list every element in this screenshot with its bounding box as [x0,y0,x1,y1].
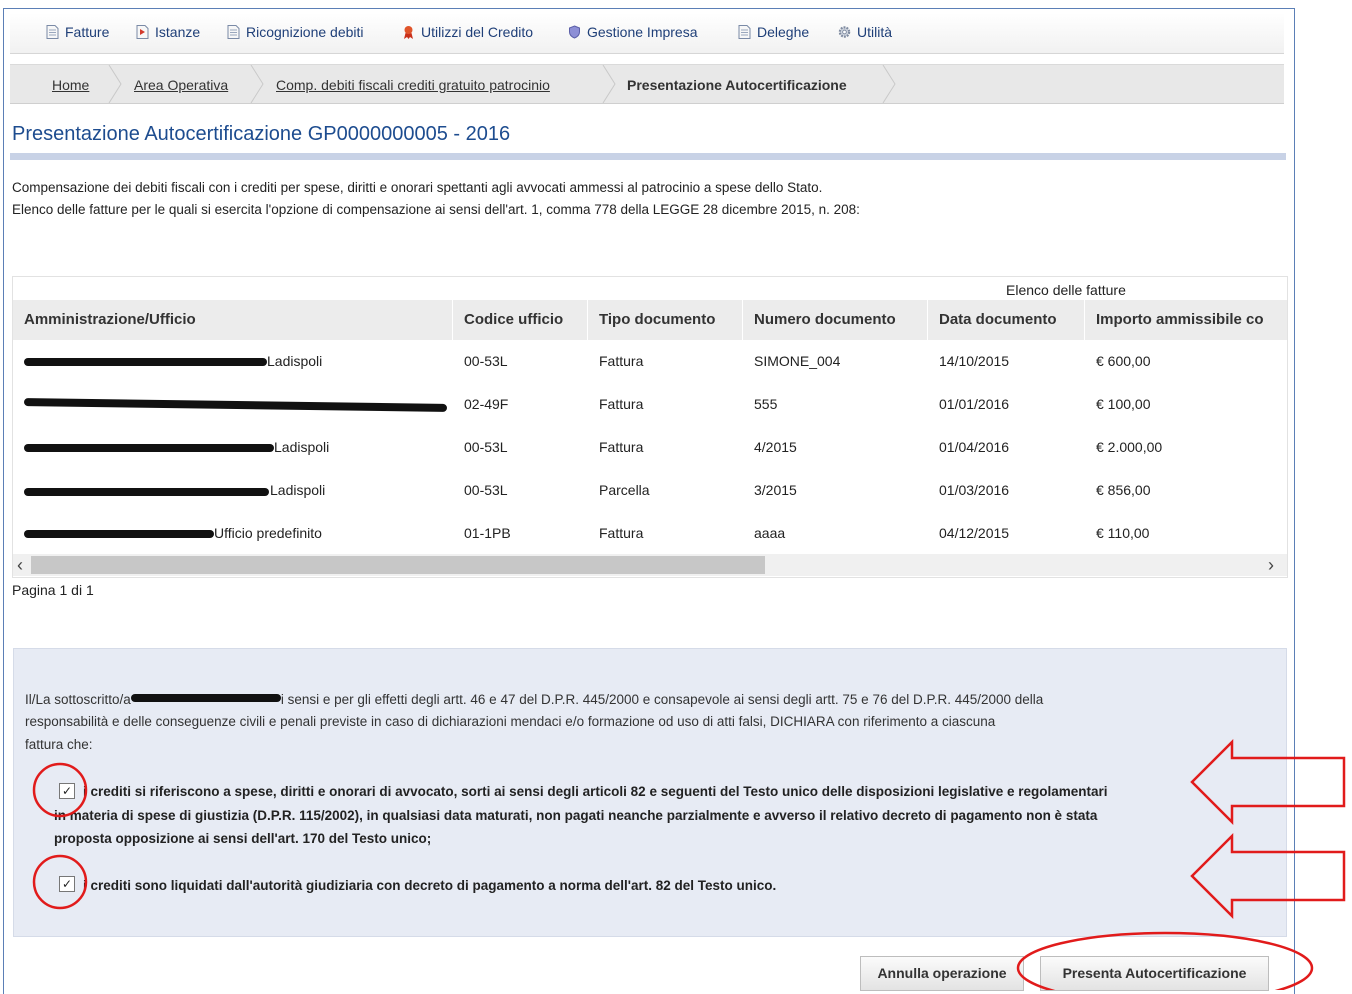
cell-data: 01/01/2016 [939,396,1010,412]
cell-tipo: Fattura [599,439,644,455]
cell-amministrazione: Ladispoli [270,482,326,498]
column-header-codice-ufficio[interactable]: Codice ufficio [453,300,588,340]
redaction-mark [24,444,274,452]
column-header-amministrazione[interactable]: Amministrazione/Ufficio [13,300,453,340]
table-header: Amministrazione/Ufficio Codice ufficio T… [13,300,1287,340]
scrollbar-thumb[interactable] [31,556,765,574]
nav-item-utilizzi-del-credito[interactable]: Utilizzi del Credito [402,24,533,40]
cell-importo: € 2.000,00 [1096,439,1163,455]
table-row[interactable]: Ladispoli 00-53L Fattura SIMONE_004 14/1… [13,340,1287,383]
column-header-data-documento[interactable]: Data documento [928,300,1085,340]
table-row[interactable]: Ladispoli 00-53L Fattura 4/2015 01/04/20… [13,426,1287,469]
cell-codice: 02-49F [464,396,509,412]
cell-numero: 4/2015 [754,439,797,455]
breadcrumb: Home Area Operativa Comp. debiti fiscali… [10,64,1284,104]
cell-importo: € 856,00 [1096,482,1151,498]
cancel-button[interactable]: Annulla operazione [860,956,1024,991]
cell-data: 14/10/2015 [939,353,1010,369]
cell-amministrazione [13,383,453,426]
breadcrumb-home[interactable]: Home [52,77,89,93]
nav-item-ricognizione-debiti[interactable]: Ricognizione debiti [227,24,364,40]
intro-text-1: Compensazione dei debiti fiscali con i c… [12,180,823,195]
document-icon [46,25,59,39]
cell-amministrazione: Ufficio predefinito [214,525,322,541]
cell-importo: € 100,00 [1096,396,1151,412]
pagination-text: Pagina 1 di 1 [12,582,94,598]
cell-importo: € 110,00 [1096,525,1150,541]
nav-item-istanze[interactable]: Istanze [136,24,200,40]
credits-liquidated-checkbox[interactable]: ✓ [59,876,75,892]
cell-codice: 00-53L [464,353,508,369]
checkbox-1-label-line-1: i crediti si riferiscono a spese, diritt… [83,784,1108,799]
document-flag-icon [136,25,149,39]
invoice-table: Elenco delle fatture Amministrazione/Uff… [12,276,1288,578]
table-row[interactable]: 02-49F Fattura 555 01/01/2016 € 100,00 [13,383,1287,426]
intro-text-2: Elenco delle fatture per le quali si ese… [12,202,860,217]
redaction-mark [24,358,267,366]
cell-amministrazione: Ladispoli [274,439,330,455]
cell-tipo: Fattura [599,525,644,541]
redaction-mark [130,694,281,702]
declaration-line-1: Il/La sottoscritto/a i sensi e per gli ef… [25,692,1044,707]
cell-numero: 3/2015 [754,482,797,498]
checkbox-1-label-line-3: proposta opposizione ai sensi dell'art. … [54,831,432,846]
breadcrumb-comp-debiti[interactable]: Comp. debiti fiscali crediti gratuito pa… [276,77,550,93]
title-underline [10,153,1286,160]
ribbon-icon [404,26,413,39]
table-row[interactable]: Ladispoli 00-53L Parcella 3/2015 01/03/2… [13,469,1287,512]
table-caption: Elenco delle fatture [1006,282,1126,298]
cell-data: 01/03/2016 [939,482,1010,498]
submit-autocertification-button[interactable]: Presenta Autocertificazione [1040,956,1269,991]
cell-data: 01/04/2016 [939,439,1010,455]
cell-importo: € 600,00 [1096,353,1151,369]
checkbox-1-label-line-2: in materia di spese di giustizia (D.P.R.… [54,808,1098,823]
breadcrumb-current: Presentazione Autocertificazione [627,77,847,93]
scroll-left-icon[interactable]: ‹ [17,554,23,576]
horizontal-scrollbar[interactable]: ‹ › [13,554,1287,576]
breadcrumb-area-operativa[interactable]: Area Operativa [134,77,228,93]
cell-tipo: Parcella [599,482,650,498]
cell-codice: 00-53L [464,439,508,455]
breadcrumb-separator [882,65,896,103]
shield-icon [569,25,580,39]
table-row[interactable]: Ufficio predefinito 01-1PB Fattura aaaa … [13,512,1287,555]
page-title: Presentazione Autocertificazione GP00000… [12,123,511,145]
redaction-mark [24,488,269,496]
cell-amministrazione: Ladispoli [267,353,323,369]
declaration-line-3: fattura che: [25,737,93,752]
nav-item-fatture[interactable]: Fatture [46,24,109,40]
top-navigation: Fatture Istanze Ricognizione debiti Util… [10,13,1284,54]
cell-tipo: Fattura [599,353,644,369]
nav-item-gestione-impresa[interactable]: Gestione Impresa [568,24,698,40]
credits-expenses-checkbox[interactable]: ✓ [59,783,75,799]
nav-item-deleghe[interactable]: Deleghe [738,24,809,40]
cell-codice: 00-53L [464,482,508,498]
column-header-importo[interactable]: Importo ammissibile co [1085,300,1287,340]
gear-icon [838,26,851,38]
cell-tipo: Fattura [599,396,644,412]
column-header-tipo-documento[interactable]: Tipo documento [588,300,743,340]
cell-numero: 555 [754,396,778,412]
redaction-mark [24,530,214,538]
column-header-numero-documento[interactable]: Numero documento [743,300,928,340]
breadcrumb-separator [108,65,122,103]
cell-numero: SIMONE_004 [754,353,841,369]
cell-numero: aaaa [754,525,786,541]
cell-codice: 01-1PB [464,525,511,541]
checkbox-2-label: i crediti sono liquidati dall'autorità g… [83,878,777,893]
document-icon [227,25,240,39]
breadcrumb-separator [602,65,616,103]
breadcrumb-separator [250,65,264,103]
nav-item-utilita[interactable]: Utilità [838,24,892,40]
cell-data: 04/12/2015 [939,525,1010,541]
declaration-panel: Il/La sottoscritto/a i sensi e per gli ef… [13,648,1287,937]
declaration-line-2: responsabilità e delle conseguenze civil… [25,714,996,729]
document-icon [738,25,751,39]
scroll-right-icon[interactable]: › [1268,554,1274,576]
